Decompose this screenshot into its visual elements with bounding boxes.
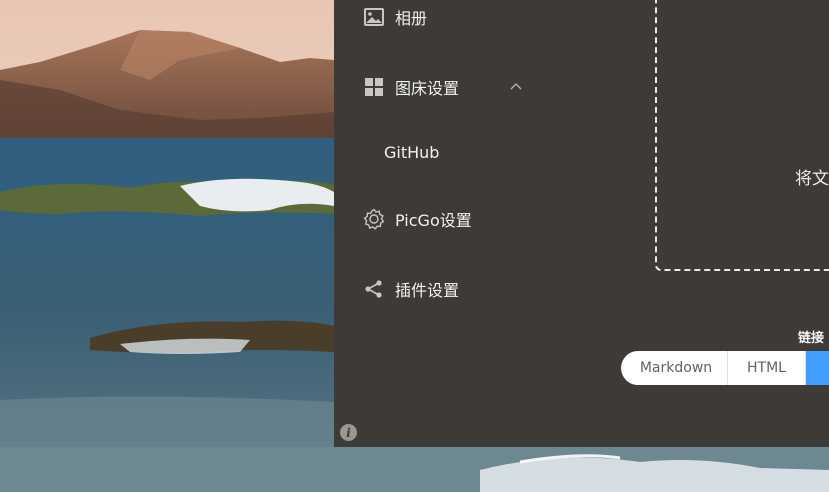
gear-icon [363,208,385,230]
upload-dropzone-text: 将文 [795,169,829,189]
link-format-active-button[interactable] [806,351,829,385]
share-icon [363,278,385,300]
sidebar-item-plugin-settings-label: 插件设置 [395,281,460,300]
upload-dropzone[interactable] [655,0,829,271]
image-icon [363,6,385,28]
sidebar-item-plugin-settings[interactable]: 插件设置 [334,272,459,306]
sidebar-item-album-label: 相册 [395,9,428,28]
link-format-selector: Markdown HTML [621,351,829,385]
app-window: 相册 图床设置 GitHub PicGo设置 插件设置 将文 链接 Markdo… [334,0,829,447]
info-icon[interactable]: i [340,424,357,441]
sidebar-item-album[interactable]: 相册 [334,0,427,34]
sidebar-item-picgo-settings-label: PicGo设置 [395,211,472,230]
grid-icon [363,76,385,98]
chevron-up-icon[interactable] [508,79,524,95]
sidebar-item-picgo-settings[interactable]: PicGo设置 [334,202,472,236]
sidebar-subitem-github[interactable]: GitHub [384,143,439,162]
link-format-markdown-button[interactable]: Markdown [621,351,728,385]
link-format-html-button[interactable]: HTML [728,351,806,385]
link-format-label: 链接 [798,331,825,346]
sidebar-item-picbed-settings-label: 图床设置 [395,79,460,98]
sidebar-item-picbed-settings[interactable]: 图床设置 [334,70,459,104]
